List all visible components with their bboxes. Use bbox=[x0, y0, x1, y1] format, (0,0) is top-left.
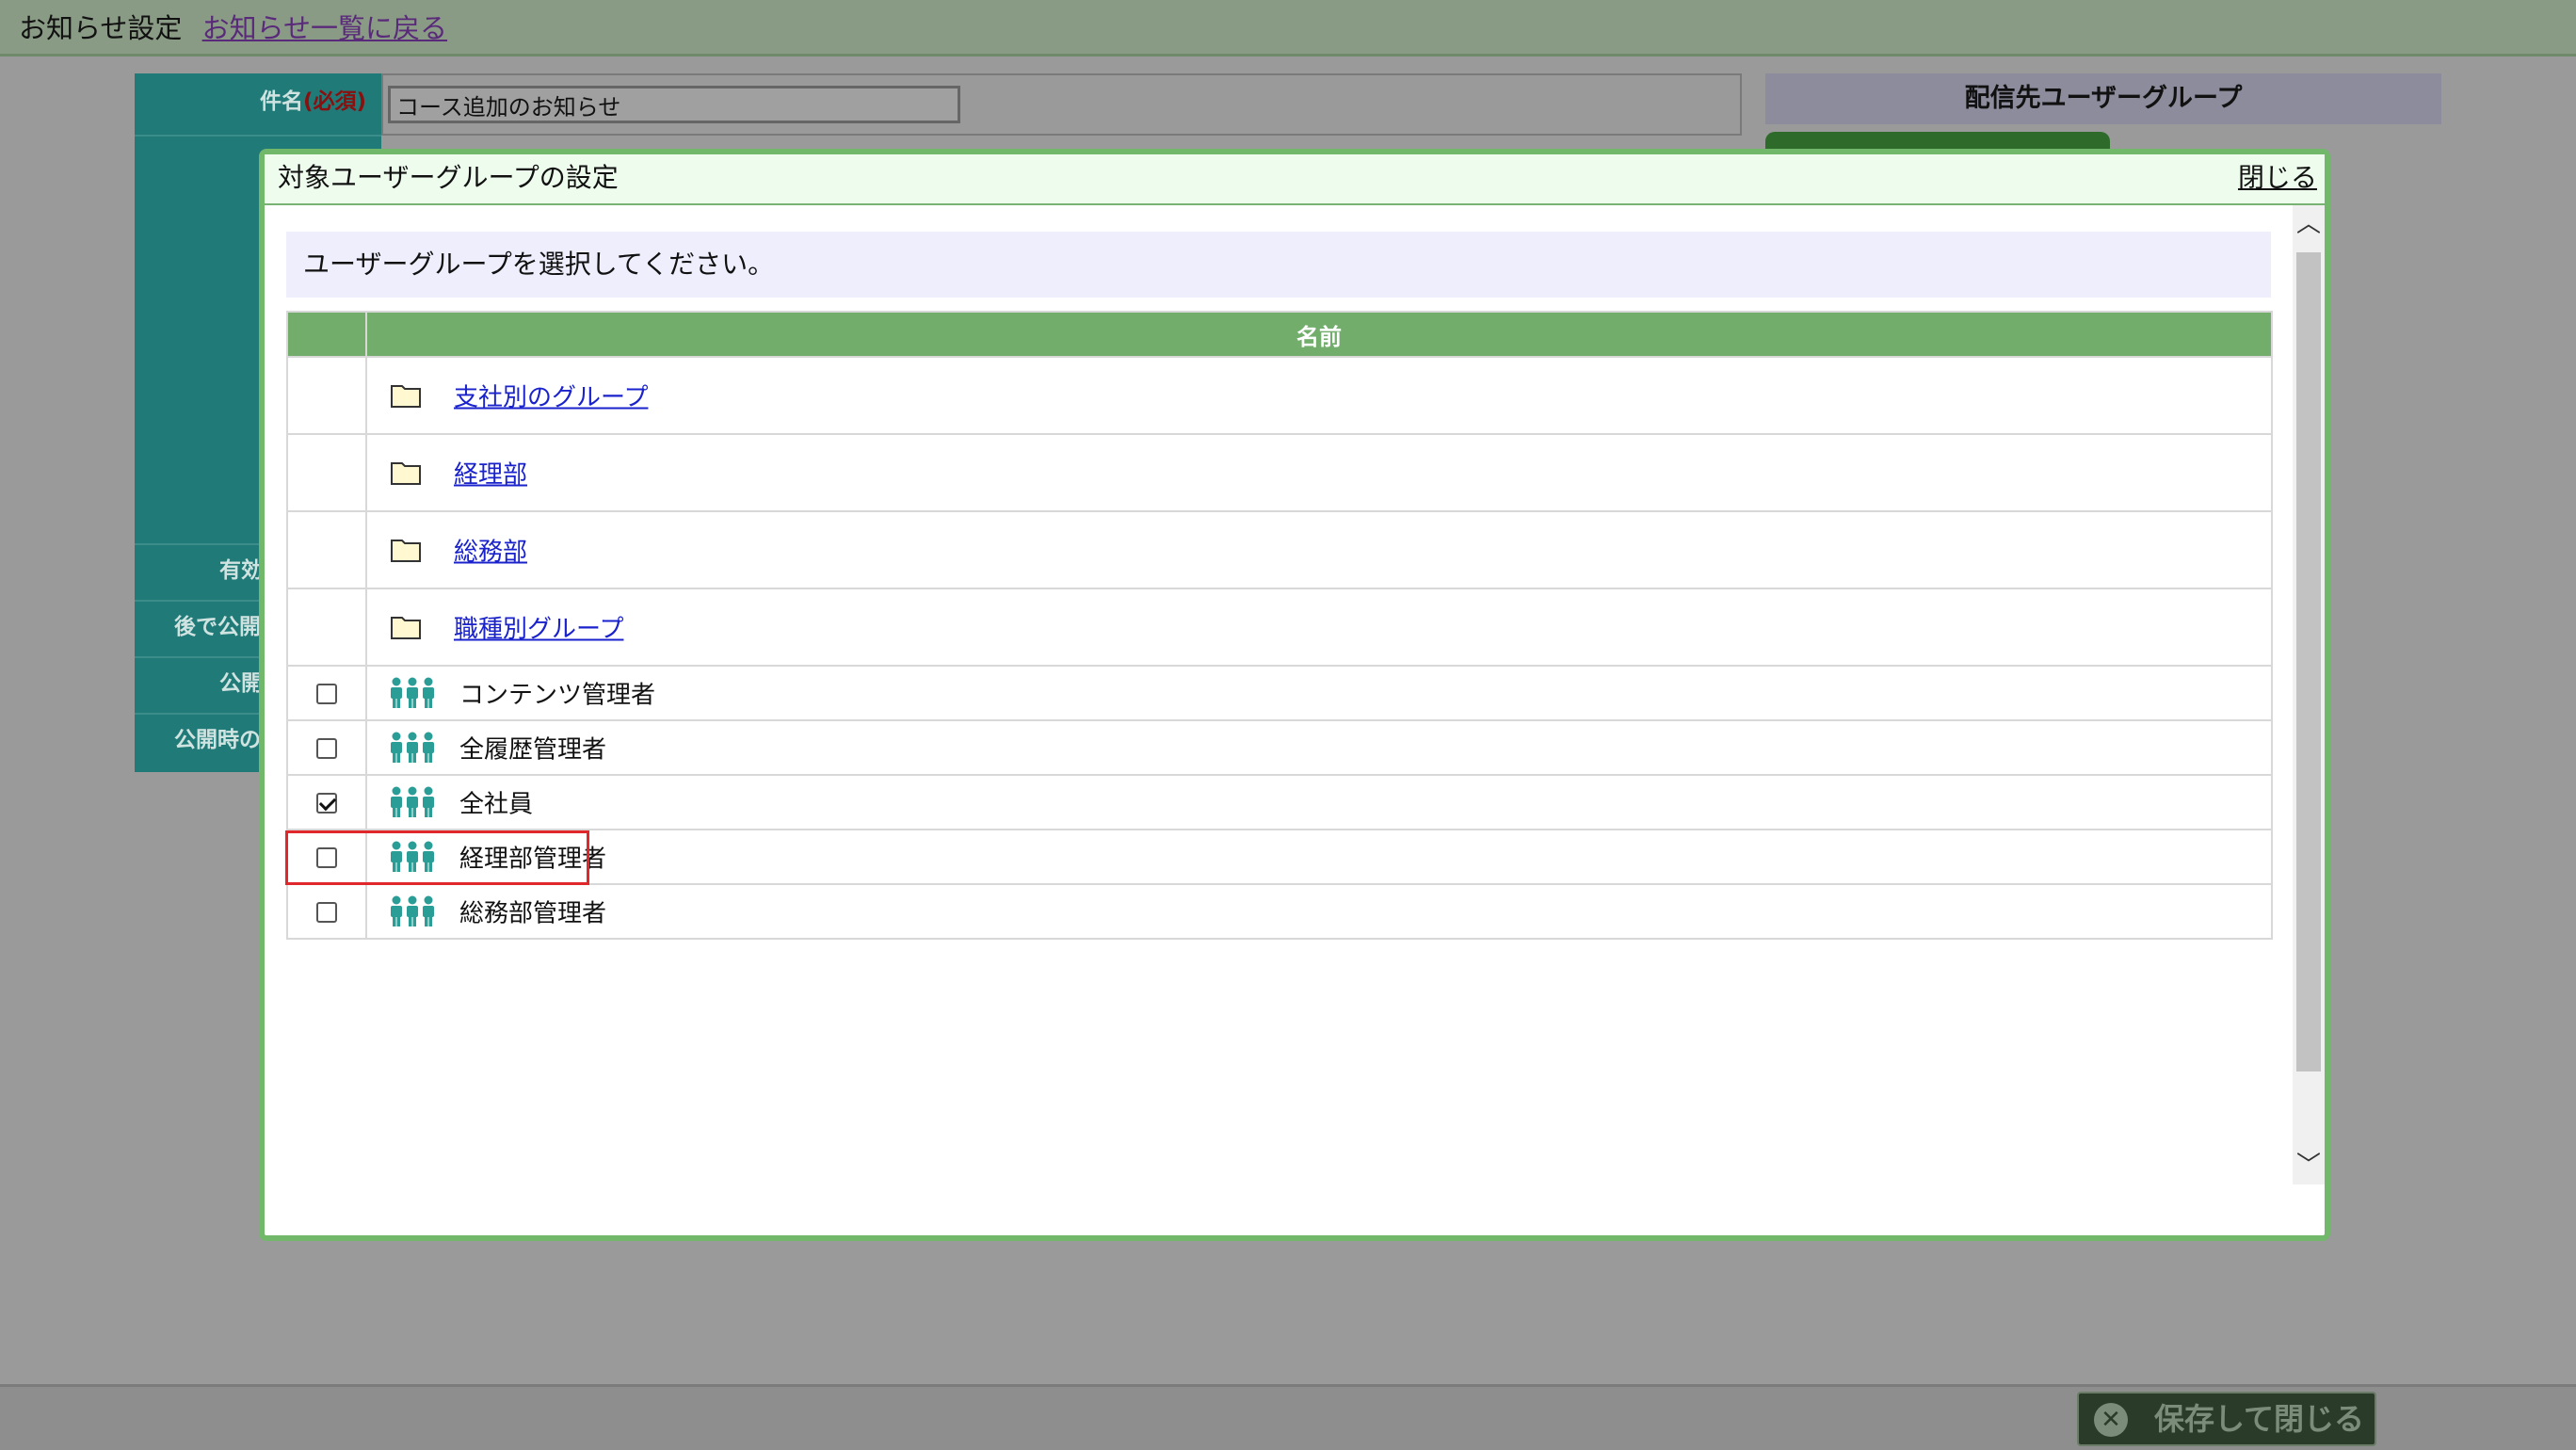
save-and-close-label: 保存して閉じる bbox=[2154, 1401, 2365, 1437]
people-group-icon bbox=[390, 732, 435, 764]
subject-label: 件名(必須) bbox=[259, 89, 366, 114]
group-checkbox[interactable] bbox=[316, 901, 337, 923]
scroll-thumb[interactable] bbox=[2296, 252, 2321, 1071]
folder-icon bbox=[390, 459, 422, 486]
folder-name-cell: 経理部 bbox=[365, 433, 2273, 512]
group-row: 全履歴管理者 bbox=[286, 719, 2273, 776]
modal-body: ユーザーグループを選択してください。 名前 支社別のグループ 経理部総務部職種別グ… bbox=[265, 205, 2293, 1184]
group-name: コンテンツ管理者 bbox=[459, 681, 656, 710]
people-group-icon bbox=[390, 895, 435, 927]
folder-row: 総務部 bbox=[286, 510, 2273, 589]
group-row: 総務部管理者 bbox=[286, 883, 2273, 940]
save-and-close-button[interactable]: ✕ 保存して閉じる bbox=[2077, 1392, 2376, 1446]
folder-name-cell: 支社別のグループ bbox=[365, 356, 2273, 435]
group-checkbox[interactable] bbox=[316, 683, 337, 704]
group-row: 全社員 bbox=[286, 774, 2273, 830]
folder-icon bbox=[390, 382, 422, 409]
folder-row: 支社別のグループ bbox=[286, 356, 2273, 435]
people-group-icon bbox=[390, 841, 435, 873]
group-checkbox[interactable] bbox=[316, 737, 337, 759]
empty-checkbox-cell bbox=[286, 588, 367, 667]
group-row: コンテンツ管理者 bbox=[286, 665, 2273, 721]
folder-name-cell: 職種別グループ bbox=[365, 588, 2273, 667]
user-group-modal: 対象ユーザーグループの設定 閉じる ユーザーグループを選択してください。 名前 … bbox=[259, 149, 2330, 1241]
scroll-up-icon[interactable]: ︿ bbox=[2293, 205, 2325, 243]
folder-row: 経理部 bbox=[286, 433, 2273, 512]
back-to-list-link[interactable]: お知らせ一覧に戻る bbox=[202, 12, 447, 44]
modal-scrollbar[interactable]: ︿ ﹀ bbox=[2293, 205, 2325, 1184]
group-name: 全社員 bbox=[459, 790, 534, 819]
top-bar: お知らせ設定 お知らせ一覧に戻る bbox=[0, 0, 2576, 56]
checkbox-cell bbox=[286, 829, 367, 885]
folder-link[interactable]: 総務部 bbox=[454, 533, 527, 568]
group-name: 総務部管理者 bbox=[459, 899, 607, 928]
modal-title: 対象ユーザーグループの設定 bbox=[278, 162, 619, 193]
group-name-cell: 全社員 bbox=[365, 774, 2273, 830]
folder-link[interactable]: 経理部 bbox=[454, 456, 527, 491]
people-group-icon bbox=[390, 677, 435, 709]
page-title: お知らせ設定 bbox=[19, 12, 183, 44]
add-group-button[interactable] bbox=[1765, 132, 2110, 151]
empty-checkbox-cell bbox=[286, 356, 367, 435]
modal-header: 対象ユーザーグループの設定 閉じる bbox=[265, 154, 2325, 205]
group-row: 経理部管理者 bbox=[286, 829, 2273, 885]
folder-row: 職種別グループ bbox=[286, 588, 2273, 667]
close-circle-icon: ✕ bbox=[2094, 1403, 2128, 1437]
folder-icon bbox=[390, 614, 422, 640]
folder-link[interactable]: 職種別グループ bbox=[454, 610, 623, 645]
group-name-cell: 総務部管理者 bbox=[365, 883, 2273, 940]
checkbox-column-header bbox=[286, 311, 367, 358]
name-column-header: 名前 bbox=[365, 311, 2273, 358]
group-name: 全履歴管理者 bbox=[459, 735, 607, 765]
row-divider bbox=[135, 135, 381, 137]
group-name-cell: 全履歴管理者 bbox=[365, 719, 2273, 776]
folder-name-cell: 総務部 bbox=[365, 510, 2273, 589]
delivery-group-header: 配信先ユーザーグループ bbox=[1765, 73, 2441, 124]
group-checkbox[interactable] bbox=[316, 846, 337, 868]
modal-close-link[interactable]: 閉じる bbox=[2238, 154, 2317, 201]
scroll-down-icon[interactable]: ﹀ bbox=[2293, 1147, 2325, 1184]
group-name-cell: コンテンツ管理者 bbox=[365, 665, 2273, 721]
empty-checkbox-cell bbox=[286, 510, 367, 589]
required-mark: (必須) bbox=[302, 89, 366, 114]
subject-input[interactable] bbox=[388, 86, 960, 123]
folder-link[interactable]: 支社別のグループ bbox=[454, 379, 648, 413]
checkbox-cell bbox=[286, 665, 367, 721]
instruction-text: ユーザーグループを選択してください。 bbox=[286, 232, 2271, 298]
folder-icon bbox=[390, 537, 422, 563]
group-table: 名前 支社別のグループ 経理部総務部職種別グループコンテンツ管理者 全履歴管理者 全社… bbox=[286, 311, 2273, 940]
people-group-icon bbox=[390, 786, 435, 818]
group-checkbox[interactable] bbox=[316, 792, 337, 814]
group-name: 経理部管理者 bbox=[459, 845, 607, 874]
group-name-cell: 経理部管理者 bbox=[365, 829, 2273, 885]
checkbox-cell bbox=[286, 719, 367, 776]
checkbox-cell bbox=[286, 774, 367, 830]
empty-checkbox-cell bbox=[286, 433, 367, 512]
checkbox-cell bbox=[286, 883, 367, 940]
